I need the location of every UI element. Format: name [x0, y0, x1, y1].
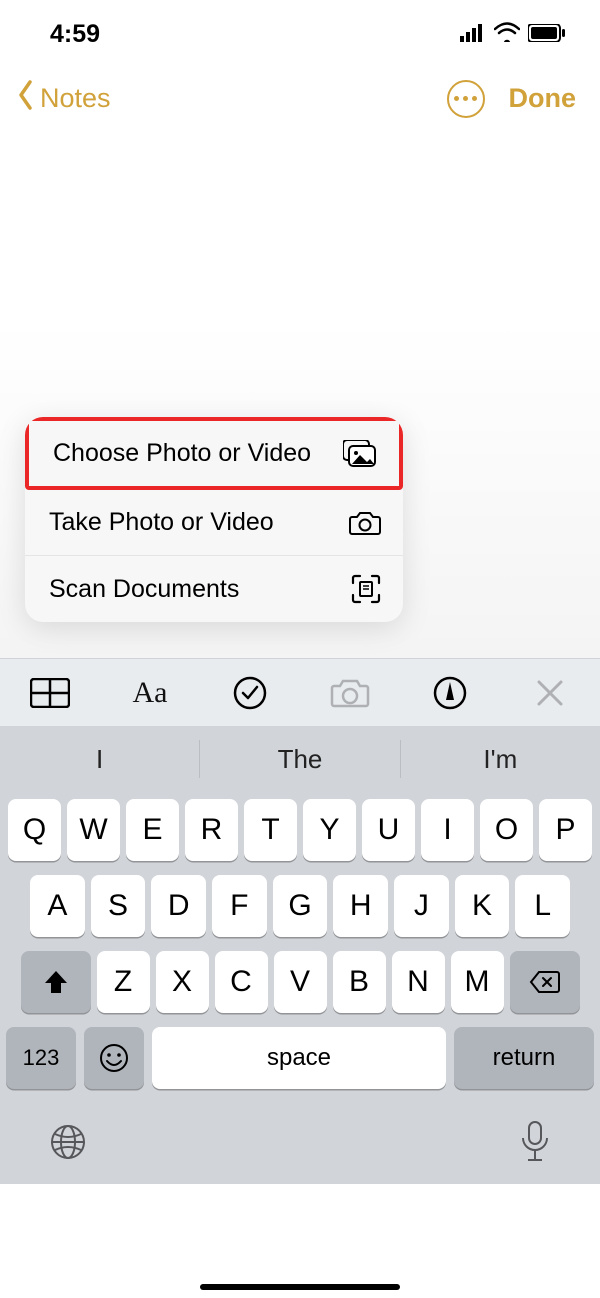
- status-bar: 4:59: [0, 0, 600, 59]
- text-format-button[interactable]: Aa: [129, 672, 171, 714]
- key-r[interactable]: R: [185, 799, 238, 861]
- key-x[interactable]: X: [156, 951, 209, 1013]
- key-k[interactable]: K: [455, 875, 510, 937]
- shift-key[interactable]: [21, 951, 91, 1013]
- key-j[interactable]: J: [394, 875, 449, 937]
- note-formatting-toolbar: Aa: [0, 658, 600, 726]
- suggestion-2[interactable]: The: [200, 744, 399, 775]
- keyboard-row-4: 123 space return: [0, 1020, 600, 1096]
- key-p[interactable]: P: [539, 799, 592, 861]
- back-label: Notes: [40, 83, 111, 114]
- numbers-key[interactable]: 123: [6, 1027, 76, 1089]
- menu-scan-documents[interactable]: Scan Documents: [25, 556, 403, 622]
- keyboard: I The I'm Q W E R T Y U I O P A S D F G …: [0, 726, 600, 1184]
- note-content-area[interactable]: Choose Photo or Video Take Photo or Vide…: [0, 138, 600, 658]
- done-button[interactable]: Done: [509, 83, 577, 114]
- key-e[interactable]: E: [126, 799, 179, 861]
- key-z[interactable]: Z: [97, 951, 150, 1013]
- key-s[interactable]: S: [91, 875, 146, 937]
- key-n[interactable]: N: [392, 951, 445, 1013]
- key-i[interactable]: I: [421, 799, 474, 861]
- status-indicators: [460, 20, 566, 49]
- menu-take-photo-video[interactable]: Take Photo or Video: [25, 490, 403, 556]
- battery-icon: [528, 20, 566, 49]
- close-toolbar-button[interactable]: [529, 672, 571, 714]
- keyboard-row-3: Z X C V B N M: [0, 944, 600, 1020]
- dictation-key[interactable]: [518, 1120, 552, 1169]
- predictive-bar: I The I'm: [0, 726, 600, 792]
- key-v[interactable]: V: [274, 951, 327, 1013]
- insert-menu-popup: Choose Photo or Video Take Photo or Vide…: [25, 417, 403, 622]
- keyboard-footer: [0, 1096, 600, 1184]
- camera-icon: [349, 510, 381, 536]
- menu-item-label: Scan Documents: [49, 575, 239, 604]
- key-q[interactable]: Q: [8, 799, 61, 861]
- key-m[interactable]: M: [451, 951, 504, 1013]
- dot-icon: [463, 96, 468, 101]
- emoji-key[interactable]: [84, 1027, 144, 1089]
- space-key[interactable]: space: [152, 1027, 446, 1089]
- key-w[interactable]: W: [67, 799, 120, 861]
- home-indicator[interactable]: [200, 1284, 400, 1290]
- keyboard-row-2: A S D F G H J K L: [0, 868, 600, 944]
- key-o[interactable]: O: [480, 799, 533, 861]
- menu-item-label: Choose Photo or Video: [53, 439, 311, 468]
- key-b[interactable]: B: [333, 951, 386, 1013]
- key-u[interactable]: U: [362, 799, 415, 861]
- menu-item-label: Take Photo or Video: [49, 508, 274, 537]
- dot-icon: [472, 96, 477, 101]
- key-g[interactable]: G: [273, 875, 328, 937]
- wifi-icon: [494, 20, 520, 49]
- keyboard-row-1: Q W E R T Y U I O P: [0, 792, 600, 868]
- navigation-bar: Notes Done: [0, 59, 600, 138]
- draw-button[interactable]: [429, 672, 471, 714]
- more-options-button[interactable]: [447, 80, 485, 118]
- photo-library-icon: [343, 440, 377, 468]
- key-f[interactable]: F: [212, 875, 267, 937]
- camera-toolbar-button[interactable]: [329, 672, 371, 714]
- key-c[interactable]: C: [215, 951, 268, 1013]
- key-h[interactable]: H: [333, 875, 388, 937]
- menu-choose-photo-video[interactable]: Choose Photo or Video: [25, 417, 403, 490]
- key-l[interactable]: L: [515, 875, 570, 937]
- cellular-icon: [460, 20, 486, 49]
- key-a[interactable]: A: [30, 875, 85, 937]
- suggestion-3[interactable]: I'm: [401, 744, 600, 775]
- key-t[interactable]: T: [244, 799, 297, 861]
- dot-icon: [454, 96, 459, 101]
- key-d[interactable]: D: [151, 875, 206, 937]
- key-y[interactable]: Y: [303, 799, 356, 861]
- back-button[interactable]: Notes: [12, 79, 111, 118]
- status-time: 4:59: [50, 20, 100, 49]
- table-button[interactable]: [29, 672, 71, 714]
- globe-key[interactable]: [48, 1122, 88, 1167]
- suggestion-1[interactable]: I: [0, 744, 199, 775]
- chevron-left-icon: [12, 79, 40, 118]
- return-key[interactable]: return: [454, 1027, 594, 1089]
- backspace-key[interactable]: [510, 951, 580, 1013]
- checklist-button[interactable]: [229, 672, 271, 714]
- scan-icon: [351, 574, 381, 604]
